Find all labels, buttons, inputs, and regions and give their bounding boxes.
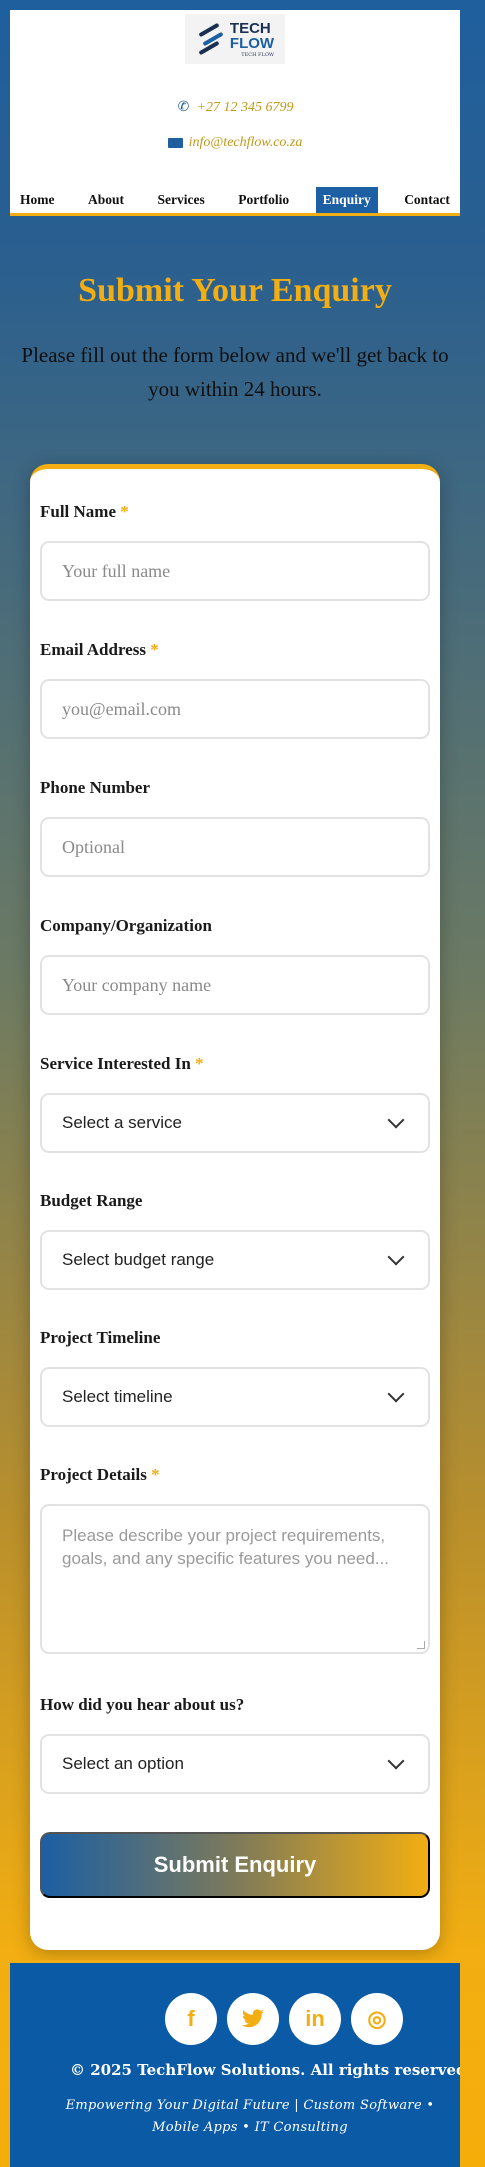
email-address[interactable]: info@techflow.co.za: [189, 135, 303, 151]
site-footer: f in ◎ © 2025 TechFlow Solutions. All ri…: [10, 1960, 460, 2167]
timeline-label: Project Timeline: [40, 1328, 161, 1347]
nav-enquiry[interactable]: Enquiry: [315, 186, 378, 213]
nav-portfolio[interactable]: Portfolio: [231, 187, 296, 213]
chevron-down-icon: [387, 1385, 405, 1403]
details-label-text: Project Details: [40, 1465, 147, 1484]
company-input[interactable]: Your company name: [40, 955, 430, 1015]
envelope-icon: [167, 138, 183, 148]
chevron-down-icon: [387, 1111, 405, 1129]
service-select[interactable]: Select a service: [40, 1093, 430, 1153]
service-label-text: Service Interested In: [40, 1054, 191, 1073]
timeline-select[interactable]: Select timeline: [40, 1367, 430, 1427]
required-marker: *: [151, 1465, 160, 1484]
service-label: Service Interested In *: [40, 1054, 204, 1074]
phone-number[interactable]: +27 12 345 6799: [197, 100, 294, 116]
enquiry-form: Full Name * Your full name Email Address…: [30, 464, 440, 1950]
site-logo[interactable]: TECH FLOW TECH FLOW: [185, 14, 285, 64]
nav-home[interactable]: Home: [13, 187, 62, 213]
company-placeholder: Your company name: [62, 974, 212, 995]
site-header: TECH FLOW TECH FLOW ✆ +27 12 345 6799 in…: [10, 10, 460, 216]
social-links: f in ◎: [165, 1993, 403, 2045]
full-name-label-text: Full Name: [40, 502, 117, 521]
logo-text: TECH FLOW TECH FLOW: [230, 21, 274, 58]
source-label: How did you hear about us?: [40, 1695, 245, 1714]
phone-label: Phone Number: [40, 778, 151, 797]
copyright-text: © 2025 TechFlow Solutions. All rights re…: [70, 2061, 460, 2079]
submit-enquiry-button[interactable]: Submit Enquiry: [40, 1832, 430, 1898]
footer-tagline: Empowering Your Digital Future | Custom …: [65, 2098, 435, 2135]
twitter-bird-shape: [242, 2009, 264, 2028]
full-name-placeholder: Your full name: [62, 560, 171, 581]
source-select[interactable]: Select an option: [40, 1734, 430, 1794]
header-phone[interactable]: ✆ +27 12 345 6799: [10, 100, 460, 116]
details-label: Project Details *: [40, 1465, 160, 1485]
chevron-down-icon: [387, 1752, 405, 1770]
logo-line-1: TECH: [229, 19, 271, 37]
logo-line-3: TECH FLOW: [241, 51, 275, 58]
logo-mark-icon: [196, 22, 226, 56]
required-marker: *: [195, 1054, 204, 1073]
email-placeholder: you@email.com: [62, 698, 182, 719]
email-label: Email Address *: [40, 640, 159, 660]
details-placeholder: Please describe your project requirement…: [62, 1526, 389, 1568]
service-selected: Select a service: [62, 1113, 182, 1132]
phone-placeholder: Optional: [62, 836, 125, 857]
full-name-label: Full Name *: [40, 502, 129, 522]
logo-line-2: FLOW: [229, 34, 275, 52]
phone-icon: ✆: [177, 100, 190, 115]
nav-about[interactable]: About: [81, 187, 131, 213]
main-nav: Home About Services Portfolio Enquiry Co…: [10, 186, 460, 216]
company-label: Company/Organization: [40, 916, 212, 935]
timeline-selected: Select timeline: [62, 1387, 173, 1406]
linkedin-icon[interactable]: in: [289, 1993, 341, 2045]
twitter-icon[interactable]: [227, 1993, 279, 2045]
chevron-down-icon: [387, 1248, 405, 1266]
resize-handle-icon[interactable]: [417, 1641, 425, 1649]
header-email[interactable]: info@techflow.co.za: [10, 135, 460, 151]
nav-services[interactable]: Services: [150, 187, 211, 213]
page-subtitle: Please fill out the form below and we'll…: [21, 343, 449, 401]
phone-input[interactable]: Optional: [40, 817, 430, 877]
budget-label: Budget Range: [40, 1191, 143, 1210]
facebook-icon[interactable]: f: [165, 1993, 217, 2045]
source-selected: Select an option: [62, 1754, 184, 1773]
page-title: Submit Your Enquiry: [78, 272, 392, 309]
budget-selected: Select budget range: [62, 1250, 215, 1269]
nav-contact[interactable]: Contact: [397, 187, 457, 213]
required-marker: *: [150, 640, 159, 659]
email-input[interactable]: you@email.com: [40, 679, 430, 739]
email-label-text: Email Address: [40, 640, 146, 659]
project-details-textarea[interactable]: Please describe your project requirement…: [40, 1504, 430, 1654]
budget-select[interactable]: Select budget range: [40, 1230, 430, 1290]
full-name-input[interactable]: Your full name: [40, 541, 430, 601]
required-marker: *: [120, 502, 129, 521]
instagram-icon[interactable]: ◎: [351, 1993, 403, 2045]
page-frame: TECH FLOW TECH FLOW ✆ +27 12 345 6799 in…: [10, 10, 460, 2167]
